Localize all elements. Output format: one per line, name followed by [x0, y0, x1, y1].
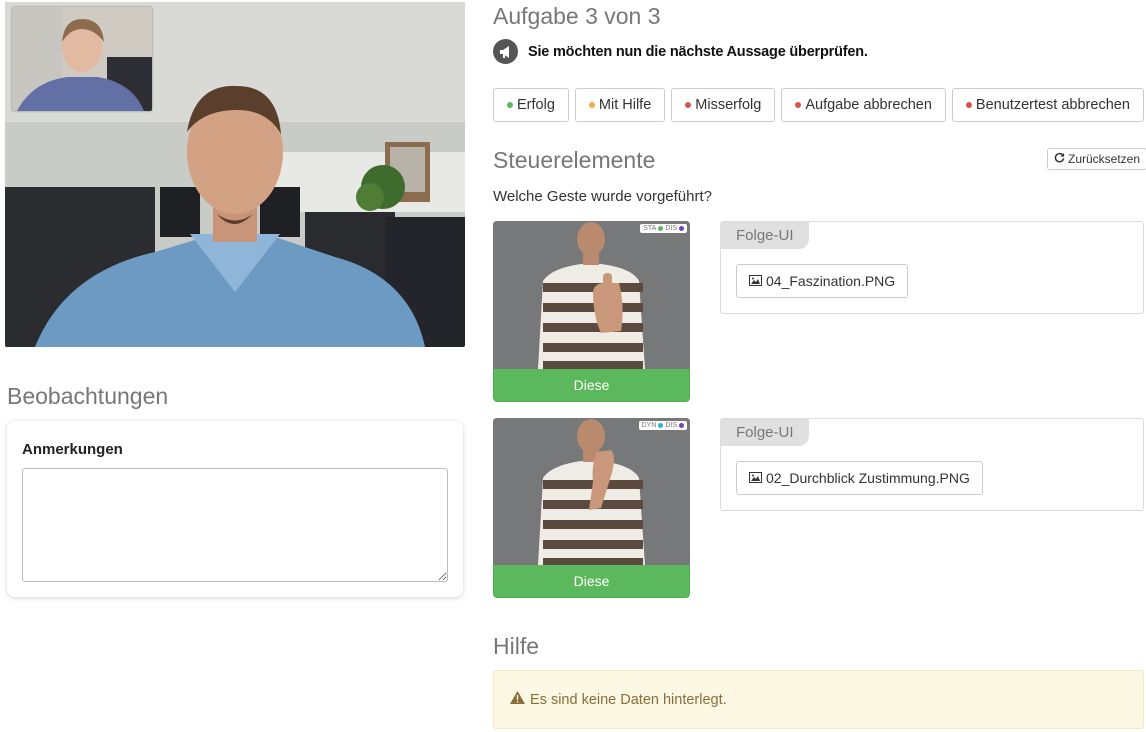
task-title: Aufgabe 3 von 3 [493, 3, 661, 29]
gesture-video: STA DIS [493, 221, 690, 369]
refresh-icon [1054, 152, 1065, 166]
follow-ui-tab: Folge-UI [721, 222, 809, 249]
gesture-card: STA DIS Diese [493, 221, 690, 402]
reset-button-label: Zurücksetzen [1068, 152, 1141, 166]
notes-label: Anmerkungen [22, 441, 123, 458]
choose-gesture-button[interactable]: Diese [493, 565, 690, 598]
gesture-tag-type: DYN [641, 422, 657, 429]
abort-task-button[interactable]: Aufgabe abbrechen [781, 88, 946, 122]
failure-button[interactable]: Misserfolg [671, 88, 776, 122]
gesture-tag-mode: DIS [665, 225, 677, 232]
controls-heading: Steuerelemente [493, 147, 656, 173]
status-dot [965, 102, 972, 108]
gesture-tags: DYN DIS [638, 421, 687, 430]
status-dot [685, 102, 692, 108]
follow-ui-file-button[interactable]: 04_Faszination.PNG [736, 264, 909, 298]
status-dot [658, 226, 664, 231]
gesture-question: Welche Geste wurde vorgeführt? [493, 188, 713, 205]
warning-icon [510, 691, 525, 708]
image-icon [749, 273, 762, 289]
status-dot [658, 423, 664, 428]
observations-heading: Beobachtungen [7, 383, 169, 409]
abort-task-button-label: Aufgabe abbrechen [805, 97, 932, 113]
help-alert-text: Es sind keine Daten hinterlegt. [530, 691, 727, 708]
follow-ui-file-button[interactable]: 02_Durchblick Zustimmung.PNG [736, 461, 983, 495]
webcam-feed [5, 2, 465, 347]
image-icon [749, 470, 762, 486]
with-help-button-label: Mit Hilfe [598, 97, 652, 113]
status-dot [679, 226, 684, 231]
gesture-tag-mode: DIS [665, 422, 677, 429]
notes-textarea[interactable] [22, 468, 448, 582]
status-dot [507, 102, 513, 108]
abort-usertest-button[interactable]: Benutzertest abbrechen [951, 88, 1144, 122]
notes-panel: Anmerkungen [7, 421, 463, 597]
reset-button[interactable]: Zurücksetzen [1047, 148, 1146, 170]
help-alert: Es sind keine Daten hinterlegt. [493, 670, 1144, 729]
status-dot [588, 102, 595, 108]
participant-pip-video [12, 7, 152, 111]
result-button-row: Erfolg Mit Hilfe Misserfolg Aufgabe abbr… [493, 88, 1144, 122]
gesture-tags: STA DIS [640, 224, 687, 233]
with-help-button[interactable]: Mit Hilfe [574, 88, 666, 122]
success-button[interactable]: Erfolg [493, 88, 569, 122]
failure-button-label: Misserfolg [695, 97, 762, 113]
follow-ui-file-name: 02_Durchblick Zustimmung.PNG [766, 470, 970, 486]
follow-ui-panel: Folge-UI 02_Durchblick Zustimmung.PNG [720, 418, 1144, 511]
gesture-card: DYN DIS Diese [493, 418, 690, 598]
status-dot [679, 423, 684, 428]
follow-ui-file-name: 04_Faszination.PNG [766, 273, 896, 289]
follow-ui-panel: Folge-UI 04_Faszination.PNG [720, 221, 1144, 314]
task-hint-text: Sie möchten nun die nächste Aussage über… [528, 43, 868, 60]
abort-usertest-button-label: Benutzertest abbrechen [975, 97, 1130, 113]
gesture-tag-type: STA [643, 225, 657, 232]
choose-gesture-button[interactable]: Diese [493, 369, 690, 402]
help-heading: Hilfe [493, 633, 540, 659]
megaphone-icon [493, 39, 518, 64]
gesture-video: DYN DIS [493, 418, 690, 565]
status-dot [795, 102, 802, 108]
task-hint: Sie möchten nun die nächste Aussage über… [493, 39, 868, 64]
follow-ui-tab: Folge-UI [721, 419, 809, 446]
success-button-label: Erfolg [517, 97, 555, 113]
